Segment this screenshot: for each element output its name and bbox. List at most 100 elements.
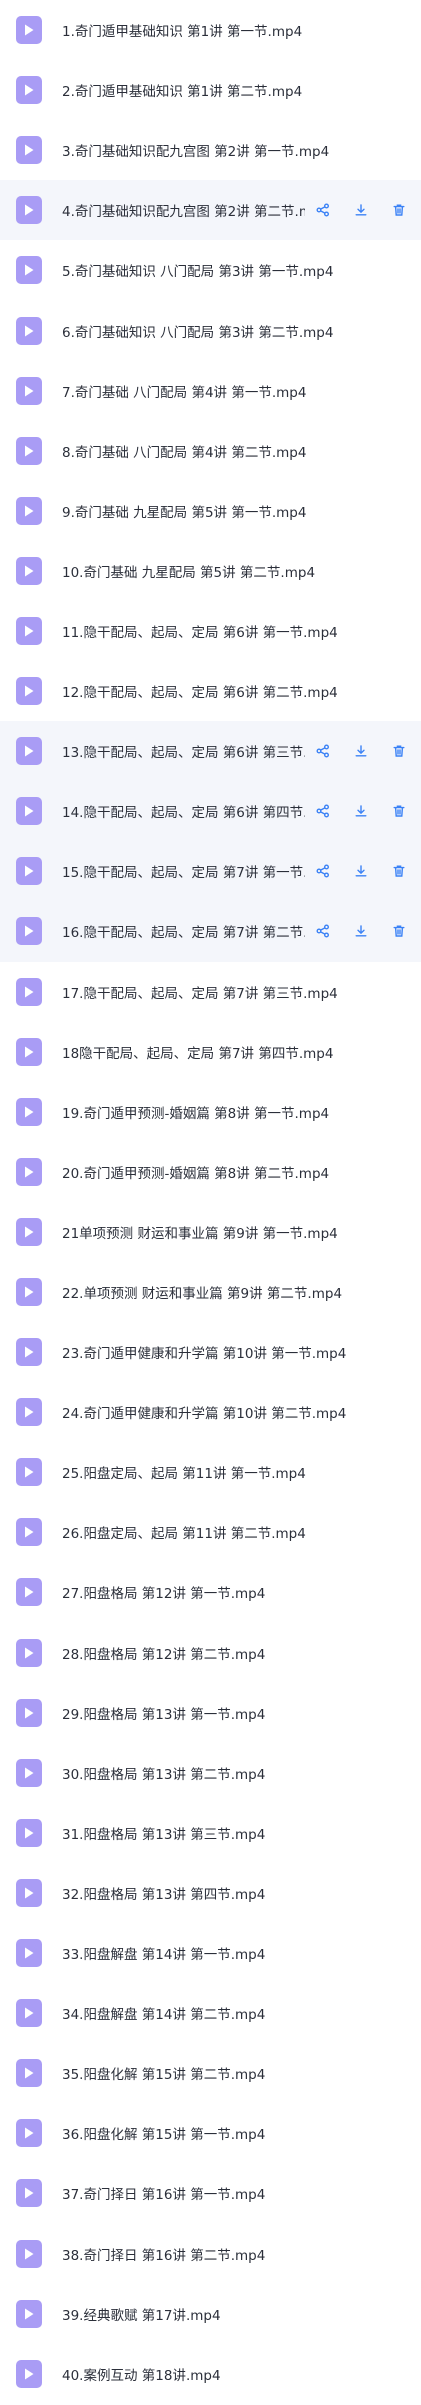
file-row[interactable]: 34.阳盘解盘 第14讲 第二节.mp4 xyxy=(0,1983,421,2044)
download-icon[interactable] xyxy=(353,923,369,939)
file-name[interactable]: 27.阳盘格局 第12讲 第一节.mp4 xyxy=(62,1582,265,1602)
file-name[interactable]: 5.奇门基础知识 八门配局 第3讲 第一节.mp4 xyxy=(62,260,333,280)
file-row[interactable]: 3.奇门基础知识配九宫图 第2讲 第一节.mp4 xyxy=(0,120,421,181)
file-name[interactable]: 12.隐干配局、起局、定局 第6讲 第二节.mp4 xyxy=(62,681,338,701)
share-icon[interactable] xyxy=(315,923,331,939)
file-row[interactable]: 4.奇门基础知识配九宫图 第2讲 第二节.mp4 xyxy=(0,180,421,241)
file-row[interactable]: 17.隐干配局、起局、定局 第7讲 第三节.mp4 xyxy=(0,961,421,1022)
file-name[interactable]: 32.阳盘格局 第13讲 第四节.mp4 xyxy=(62,1883,265,1903)
file-row[interactable]: 22.单项预测 财运和事业篇 第9讲 第二节.mp4 xyxy=(0,1261,421,1323)
file-row[interactable]: 14.隐干配局、起局、定局 第6讲 第四节.mp4 xyxy=(0,781,421,842)
file-row[interactable]: 38.奇门择日 第16讲 第二节.mp4 xyxy=(0,2223,421,2284)
file-name[interactable]: 37.奇门择日 第16讲 第一节.mp4 xyxy=(62,2183,265,2203)
file-name[interactable]: 8.奇门基础 八门配局 第4讲 第二节.mp4 xyxy=(62,441,306,461)
file-name[interactable]: 26.阳盘定局、起局 第11讲 第二节.mp4 xyxy=(62,1522,306,1542)
file-row[interactable]: 10.奇门基础 九星配局 第5讲 第二节.mp4 xyxy=(0,540,421,601)
share-icon[interactable] xyxy=(315,743,331,759)
file-name[interactable]: 24.奇门遁甲健康和升学篇 第10讲 第二节.mp4 xyxy=(62,1402,346,1422)
download-icon[interactable] xyxy=(353,863,369,879)
row-actions xyxy=(315,781,407,841)
file-row[interactable]: 27.阳盘格局 第12讲 第一节.mp4 xyxy=(0,1562,421,1623)
file-row[interactable]: 15.隐干配局、起局、定局 第7讲 第一节.mp4 xyxy=(0,841,421,902)
delete-icon[interactable] xyxy=(391,743,407,759)
file-row[interactable]: 24.奇门遁甲健康和升学篇 第10讲 第二节.mp4 xyxy=(0,1382,421,1443)
delete-icon[interactable] xyxy=(391,923,407,939)
file-name[interactable]: 40.案例互动 第18讲.mp4 xyxy=(62,2364,221,2384)
file-name[interactable]: 36.阳盘化解 第15讲 第一节.mp4 xyxy=(62,2123,265,2143)
file-name[interactable]: 4.奇门基础知识配九宫图 第2讲 第二节.mp4 xyxy=(62,200,305,220)
file-name[interactable]: 31.阳盘格局 第13讲 第三节.mp4 xyxy=(62,1823,265,1843)
file-name[interactable]: 2.奇门遁甲基础知识 第1讲 第二节.mp4 xyxy=(62,80,302,100)
file-row[interactable]: 37.奇门择日 第16讲 第一节.mp4 xyxy=(0,2163,421,2224)
file-row[interactable]: 21单项预测 财运和事业篇 第9讲 第一节.mp4 xyxy=(0,1201,421,1262)
file-row[interactable]: 40.案例互动 第18讲.mp4 xyxy=(0,2343,421,2404)
file-row[interactable]: 29.阳盘格局 第13讲 第一节.mp4 xyxy=(0,1682,421,1743)
file-name[interactable]: 38.奇门择日 第16讲 第二节.mp4 xyxy=(62,2244,265,2264)
file-name[interactable]: 1.奇门遁甲基础知识 第1讲 第一节.mp4 xyxy=(62,20,302,40)
file-name[interactable]: 23.奇门遁甲健康和升学篇 第10讲 第一节.mp4 xyxy=(62,1342,346,1362)
file-name[interactable]: 16.隐干配局、起局、定局 第7讲 第二节.mp4 xyxy=(62,921,305,941)
file-row[interactable]: 33.阳盘解盘 第14讲 第一节.mp4 xyxy=(0,1923,421,1984)
download-icon[interactable] xyxy=(353,743,369,759)
file-row[interactable]: 26.阳盘定局、起局 第11讲 第二节.mp4 xyxy=(0,1502,421,1563)
file-name[interactable]: 28.阳盘格局 第12讲 第二节.mp4 xyxy=(62,1643,265,1663)
file-name[interactable]: 19.奇门遁甲预测-婚姻篇 第8讲 第一节.mp4 xyxy=(62,1102,329,1122)
file-name[interactable]: 9.奇门基础 九星配局 第5讲 第一节.mp4 xyxy=(62,501,306,521)
file-row[interactable]: 13.隐干配局、起局、定局 第6讲 第三节.mp4 xyxy=(0,721,421,782)
file-row[interactable]: 23.奇门遁甲健康和升学篇 第10讲 第一节.mp4 xyxy=(0,1322,421,1383)
file-name[interactable]: 22.单项预测 财运和事业篇 第9讲 第二节.mp4 xyxy=(62,1282,342,1302)
file-row[interactable]: 35.阳盘化解 第15讲 第二节.mp4 xyxy=(0,2043,421,2104)
file-name[interactable]: 29.阳盘格局 第13讲 第一节.mp4 xyxy=(62,1703,265,1723)
delete-icon[interactable] xyxy=(391,202,407,218)
delete-icon[interactable] xyxy=(391,863,407,879)
file-row[interactable]: 2.奇门遁甲基础知识 第1讲 第二节.mp4 xyxy=(0,60,421,121)
video-file-icon xyxy=(16,76,42,105)
download-icon[interactable] xyxy=(353,803,369,819)
delete-icon[interactable] xyxy=(391,803,407,819)
file-name[interactable]: 21单项预测 财运和事业篇 第9讲 第一节.mp4 xyxy=(62,1222,338,1242)
file-row[interactable]: 8.奇门基础 八门配局 第4讲 第二节.mp4 xyxy=(0,420,421,481)
file-row[interactable]: 31.阳盘格局 第13讲 第三节.mp4 xyxy=(0,1802,421,1863)
file-name[interactable]: 18隐干配局、起局、定局 第7讲 第四节.mp4 xyxy=(62,1042,333,1062)
file-row[interactable]: 28.阳盘格局 第12讲 第二节.mp4 xyxy=(0,1622,421,1683)
file-row[interactable]: 19.奇门遁甲预测-婚姻篇 第8讲 第一节.mp4 xyxy=(0,1081,421,1142)
video-file-icon xyxy=(16,2059,42,2088)
file-name[interactable]: 30.阳盘格局 第13讲 第二节.mp4 xyxy=(62,1763,265,1783)
file-row[interactable]: 6.奇门基础知识 八门配局 第3讲 第二节.mp4 xyxy=(0,300,421,361)
file-name[interactable]: 10.奇门基础 九星配局 第5讲 第二节.mp4 xyxy=(62,561,315,581)
file-row[interactable]: 11.隐干配局、起局、定局 第6讲 第一节.mp4 xyxy=(0,600,421,662)
file-name[interactable]: 35.阳盘化解 第15讲 第二节.mp4 xyxy=(62,2063,265,2083)
file-row[interactable]: 9.奇门基础 九星配局 第5讲 第一节.mp4 xyxy=(0,480,421,541)
file-name[interactable]: 33.阳盘解盘 第14讲 第一节.mp4 xyxy=(62,1943,265,1963)
file-name[interactable]: 14.隐干配局、起局、定局 第6讲 第四节.mp4 xyxy=(62,801,305,821)
file-name[interactable]: 6.奇门基础知识 八门配局 第3讲 第二节.mp4 xyxy=(62,321,333,341)
download-icon[interactable] xyxy=(353,202,369,218)
video-file-icon xyxy=(16,16,42,45)
share-icon[interactable] xyxy=(315,863,331,879)
file-row[interactable]: 39.经典歌赋 第17讲.mp4 xyxy=(0,2283,421,2344)
file-row[interactable]: 20.奇门遁甲预测-婚姻篇 第8讲 第二节.mp4 xyxy=(0,1141,421,1202)
file-name[interactable]: 13.隐干配局、起局、定局 第6讲 第三节.mp4 xyxy=(62,741,305,761)
file-name[interactable]: 17.隐干配局、起局、定局 第7讲 第三节.mp4 xyxy=(62,982,338,1002)
file-row[interactable]: 32.阳盘格局 第13讲 第四节.mp4 xyxy=(0,1862,421,1923)
file-row[interactable]: 36.阳盘化解 第15讲 第一节.mp4 xyxy=(0,2103,421,2164)
file-name[interactable]: 34.阳盘解盘 第14讲 第二节.mp4 xyxy=(62,2003,265,2023)
file-name[interactable]: 7.奇门基础 八门配局 第4讲 第一节.mp4 xyxy=(62,381,306,401)
file-row[interactable]: 12.隐干配局、起局、定局 第6讲 第二节.mp4 xyxy=(0,661,421,722)
share-icon[interactable] xyxy=(315,202,331,218)
file-name[interactable]: 11.隐干配局、起局、定局 第6讲 第一节.mp4 xyxy=(62,621,338,641)
file-name[interactable]: 20.奇门遁甲预测-婚姻篇 第8讲 第二节.mp4 xyxy=(62,1162,329,1182)
file-row[interactable]: 1.奇门遁甲基础知识 第1讲 第一节.mp4 xyxy=(0,0,421,61)
file-name[interactable]: 3.奇门基础知识配九宫图 第2讲 第一节.mp4 xyxy=(62,140,329,160)
file-name[interactable]: 25.阳盘定局、起局 第11讲 第一节.mp4 xyxy=(62,1462,306,1482)
file-row[interactable]: 18隐干配局、起局、定局 第7讲 第四节.mp4 xyxy=(0,1021,421,1082)
video-file-icon xyxy=(16,1097,42,1126)
file-row[interactable]: 16.隐干配局、起局、定局 第7讲 第二节.mp4 xyxy=(0,901,421,962)
file-name[interactable]: 15.隐干配局、起局、定局 第7讲 第一节.mp4 xyxy=(62,861,305,881)
file-row[interactable]: 5.奇门基础知识 八门配局 第3讲 第一节.mp4 xyxy=(0,240,421,301)
file-name[interactable]: 39.经典歌赋 第17讲.mp4 xyxy=(62,2304,221,2324)
file-row[interactable]: 7.奇门基础 八门配局 第4讲 第一节.mp4 xyxy=(0,360,421,421)
file-row[interactable]: 30.阳盘格局 第13讲 第二节.mp4 xyxy=(0,1742,421,1803)
share-icon[interactable] xyxy=(315,803,331,819)
file-row[interactable]: 25.阳盘定局、起局 第11讲 第一节.mp4 xyxy=(0,1442,421,1503)
